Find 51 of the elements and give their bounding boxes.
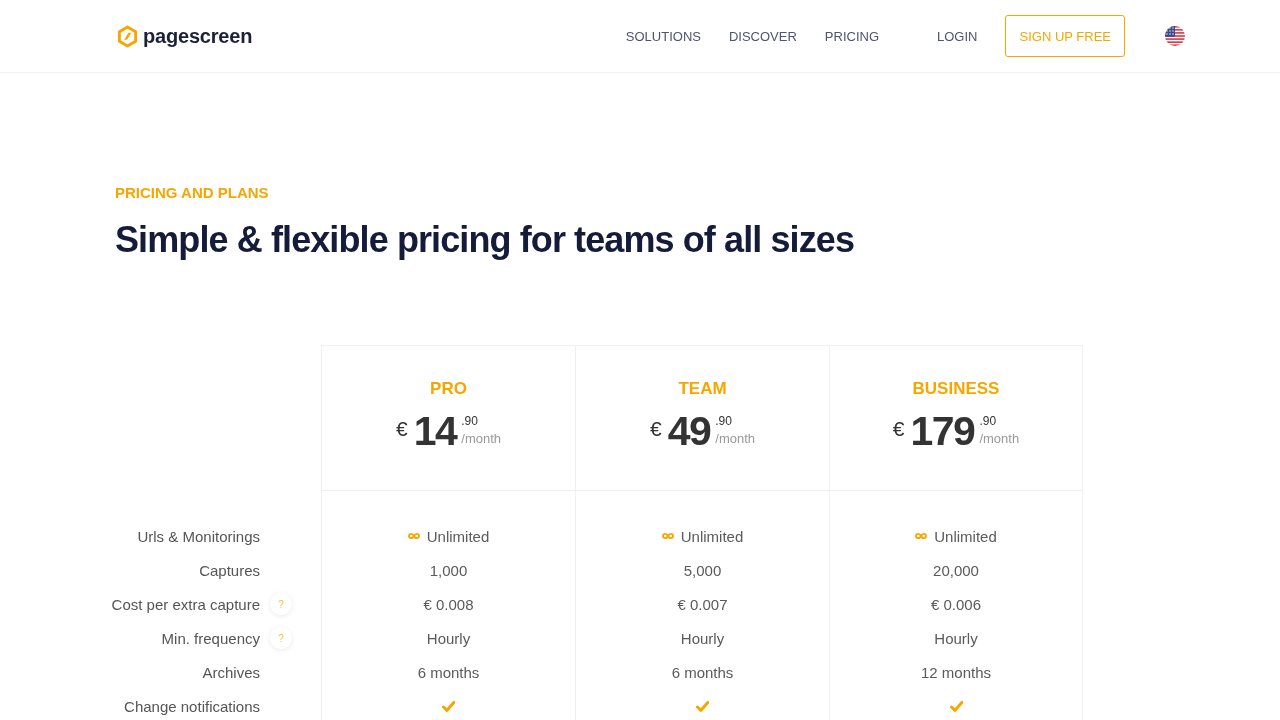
price-cents: .90 [979, 413, 997, 430]
plan-name: TEAM [678, 378, 727, 400]
nav-link[interactable]: DISCOVER [728, 28, 797, 44]
plan-value: € 0.006 [930, 595, 981, 613]
page-heading: Simple & flexible pricing for teams of all sizes [115, 218, 855, 262]
nav-link[interactable]: SOLUTIONS [625, 28, 701, 44]
plan-value: Unlimited [934, 527, 997, 545]
price-amount: 14 [413, 407, 457, 455]
plan-value: Unlimited [426, 527, 490, 545]
price-amount: 49 [667, 407, 711, 455]
feature-label: Urls & Monitorings [137, 527, 260, 545]
feature-label: Min. frequency [161, 629, 260, 647]
feature-label: Captures [199, 561, 260, 579]
logo-icon [117, 24, 138, 48]
plan-value: 20,000 [933, 561, 979, 579]
infinity-icon [407, 532, 420, 540]
plan-value: 1,000 [429, 561, 468, 579]
plan-value: 12 months [920, 663, 991, 681]
feature-label: Archives [202, 663, 260, 681]
plan-value: 6 months [671, 663, 734, 681]
check-icon [442, 700, 455, 712]
feature-label: Cost per extra capture [111, 595, 260, 613]
section-eyebrow: PRICING AND PLANS [115, 184, 270, 202]
currency-symbol: € [395, 417, 408, 441]
check-icon [949, 700, 963, 712]
plan-name: BUSINESS [912, 378, 1000, 400]
currency-symbol: € [649, 417, 662, 441]
logo-text: pagescreen [143, 24, 253, 48]
check-icon [696, 700, 709, 712]
plan-value: 5,000 [683, 561, 722, 579]
plan-value: Hourly [426, 629, 471, 647]
price-period: /month [461, 430, 501, 447]
plan-name: PRO [430, 378, 467, 400]
feature-label: Change notifications [124, 697, 260, 715]
plan-value: Unlimited [680, 527, 744, 545]
us-flag-icon[interactable] [1165, 26, 1185, 46]
plan-value: 6 months [417, 663, 480, 681]
infinity-icon [915, 532, 928, 540]
infinity-icon [661, 532, 674, 540]
login-link[interactable]: LOGIN [937, 28, 978, 44]
price-cents: .90 [715, 413, 732, 430]
nav-link[interactable]: PRICING [824, 28, 879, 44]
price-cents: .90 [461, 413, 478, 430]
currency-symbol: € [892, 417, 905, 441]
price-period: /month [715, 430, 755, 447]
plan-value: € 0.007 [677, 595, 728, 613]
plan-value: € 0.008 [423, 595, 474, 613]
plan-value: Hourly [934, 629, 978, 647]
plan-value: Hourly [680, 629, 725, 647]
price-amount: 179 [910, 407, 975, 455]
price-period: /month [979, 430, 1020, 447]
